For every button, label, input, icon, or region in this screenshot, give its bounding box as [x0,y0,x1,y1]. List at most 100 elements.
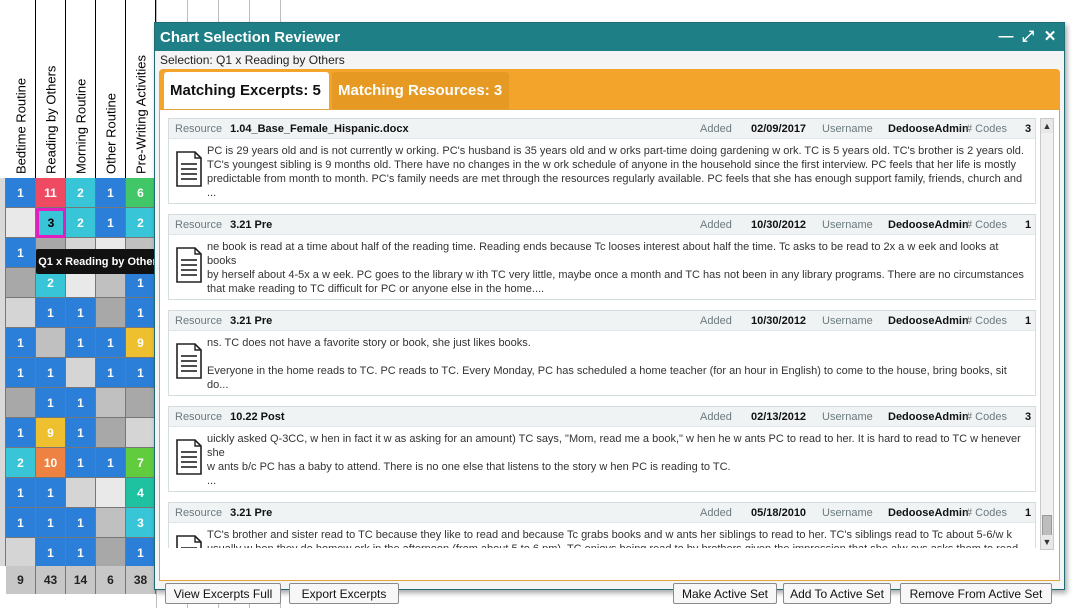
grid-cell[interactable] [6,538,36,568]
make-active-set-button[interactable]: Make Active Set [673,583,777,604]
column-header[interactable]: Pre-Writing Activities [126,0,156,178]
grid-cell[interactable]: 1 [36,478,66,508]
grid-cell[interactable]: 9 [126,328,156,358]
resource-name[interactable]: 3.21 Pre [230,507,272,519]
tab-matching-resources[interactable]: Matching Resources: 3 [332,72,509,109]
grid-cell[interactable]: 3 [36,208,66,238]
grid-cell[interactable]: 1 [126,358,156,388]
grid-cell[interactable]: 2 [6,448,36,478]
grid-cell[interactable]: 11 [36,178,66,208]
grid-cell[interactable]: 1 [6,238,36,268]
grid-cell[interactable] [96,508,126,538]
grid-cell[interactable]: 1 [66,298,96,328]
excerpt-card[interactable]: Resource 3.21 Pre Added 05/18/2010 Username D… [168,502,1036,548]
grid-cell[interactable]: 1 [36,388,66,418]
grid-cell[interactable]: 1 [96,358,126,388]
column-header[interactable]: Bedtime Routine [6,0,36,178]
document-icon[interactable] [175,535,203,548]
excerpt-scrollbar[interactable]: ▲ ▼ [1040,118,1054,550]
grid-cell[interactable] [6,388,36,418]
grid-cell[interactable]: 1 [66,418,96,448]
grid-cell[interactable]: 1 [66,328,96,358]
excerpt-card[interactable]: Resource 3.21 Pre Added 10/30/2012 Username D… [168,214,1036,300]
excerpt-text: TC's brother and sister read to TC becau… [207,529,1018,548]
grid-cell[interactable]: 1 [66,448,96,478]
grid-cell[interactable]: 1 [66,388,96,418]
added-label: Added [700,122,732,135]
export-excerpts-button[interactable]: Export Excerpts [289,583,399,604]
tab-matching-excerpts[interactable]: Matching Excerpts: 5 [164,72,329,109]
column-header[interactable]: Morning Routine [66,0,96,178]
scroll-thumb[interactable] [1042,515,1052,537]
grid-cell[interactable]: 10 [36,448,66,478]
column-header[interactable]: Reading by Others [36,0,66,178]
excerpt-card[interactable]: Resource 10.22 Post Added 02/13/2012 Usernam… [168,406,1036,492]
grid-cell[interactable]: 2 [66,208,96,238]
grid-cell[interactable]: 1 [6,358,36,388]
resource-label: Resource [175,506,223,519]
grid-cell[interactable]: 2 [66,178,96,208]
grid-cell[interactable]: 1 [126,538,156,568]
grid-cell[interactable]: 1 [6,508,36,538]
minimize-icon[interactable]: — [998,29,1014,45]
grid-cell[interactable] [96,478,126,508]
grid-cell[interactable] [96,538,126,568]
grid-cell[interactable]: 1 [96,208,126,238]
document-icon[interactable] [175,343,203,379]
added-label: Added [700,410,732,423]
grid-cell[interactable] [66,358,96,388]
grid-cell[interactable]: 1 [36,298,66,328]
grid-cell[interactable]: 3 [126,508,156,538]
grid-cell[interactable]: 1 [6,328,36,358]
excerpt-card[interactable]: Resource 1.04_Base_Female_Hispanic.docx Ad… [168,118,1036,204]
grid-cell[interactable]: 1 [66,508,96,538]
grid-cell[interactable]: 6 [126,178,156,208]
grid-cell[interactable]: 1 [96,178,126,208]
excerpt-list[interactable]: Resource 1.04_Base_Female_Hispanic.docx Ad… [168,118,1036,548]
grid-cell[interactable] [6,268,36,298]
remove-from-active-set-button[interactable]: Remove From Active Set [900,583,1052,604]
grid-cell[interactable] [126,388,156,418]
grid-cell[interactable] [66,478,96,508]
maximize-icon[interactable]: ⤢ [1020,29,1036,45]
grid-cell[interactable] [96,418,126,448]
grid-cell[interactable]: 1 [36,508,66,538]
document-icon[interactable] [175,151,203,187]
grid-cell[interactable]: 1 [96,448,126,478]
resource-name[interactable]: 1.04_Base_Female_Hispanic.docx [230,123,409,135]
grid-cell[interactable] [96,298,126,328]
username-label: Username [822,410,873,423]
grid-cell[interactable]: 1 [66,538,96,568]
grid-cell[interactable]: 1 [36,538,66,568]
username-value: DedooseAdmin [888,410,969,423]
close-icon[interactable]: ✕ [1042,29,1058,45]
grid-cell[interactable]: 7 [126,448,156,478]
grid-cell[interactable]: 1 [6,478,36,508]
grid-cell[interactable]: 9 [36,418,66,448]
document-icon[interactable] [175,439,203,475]
grid-cell[interactable]: 1 [126,298,156,328]
add-to-active-set-button[interactable]: Add To Active Set [783,583,891,604]
column-header[interactable]: Other Routine [96,0,126,178]
added-date: 05/18/2010 [751,506,807,519]
document-icon[interactable] [175,247,203,283]
view-excerpts-full-button[interactable]: View Excerpts Full [165,583,281,604]
grid-cell[interactable] [6,298,36,328]
grid-cell[interactable] [36,328,66,358]
grid-cell[interactable]: 1 [6,418,36,448]
scroll-down-icon[interactable]: ▼ [1041,535,1053,549]
resource-name[interactable]: 10.22 Post [230,411,284,423]
grid-cell[interactable]: 4 [126,478,156,508]
scroll-up-icon[interactable]: ▲ [1041,119,1053,133]
grid-cell[interactable]: 1 [36,358,66,388]
grid-cell[interactable]: 1 [6,178,36,208]
grid-cell[interactable] [126,418,156,448]
resource-name[interactable]: 3.21 Pre [230,219,272,231]
excerpt-card[interactable]: Resource 3.21 Pre Added 10/30/2012 Username D… [168,310,1036,396]
grid-cell[interactable]: 1 [96,328,126,358]
grid-cell[interactable]: 2 [126,208,156,238]
added-date: 10/30/2012 [751,314,807,327]
grid-cell[interactable] [6,208,36,238]
resource-name[interactable]: 3.21 Pre [230,315,272,327]
grid-cell[interactable] [96,388,126,418]
